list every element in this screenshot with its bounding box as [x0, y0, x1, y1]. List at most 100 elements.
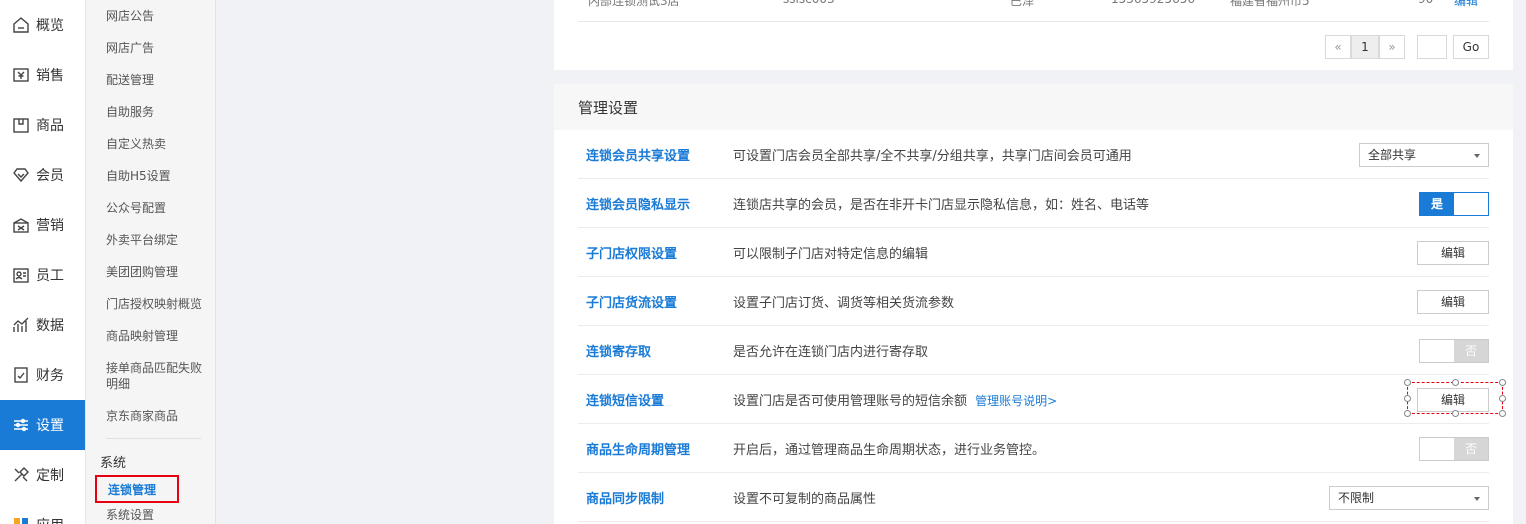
setting-title: 连锁会员隐私显示: [586, 197, 691, 213]
member-icon: [12, 166, 30, 184]
sub-nav-item[interactable]: 系统设置: [86, 503, 215, 523]
nav-item-label: 员工: [36, 268, 64, 284]
account-help-link[interactable]: 管理账号说明>: [975, 394, 1057, 408]
member-privacy-toggle[interactable]: 是: [1419, 191, 1489, 216]
chain-deposit-toggle[interactable]: 否: [1419, 338, 1489, 363]
sub-nav-item[interactable]: 自助服务: [86, 96, 215, 128]
resize-handle[interactable]: [1404, 395, 1411, 402]
resize-handle[interactable]: [1499, 395, 1506, 402]
setting-desc-text: 设置门店是否可使用管理账号的短信余额: [733, 393, 968, 409]
setting-desc: 设置子门店订货、调货等相关货流参数: [733, 295, 955, 311]
table-row: 内部连锁测试3店 sslsc003 巴泽 15365925656 福建省福州市5…: [578, 0, 1489, 22]
select-value: 全部共享: [1368, 148, 1417, 162]
staff-icon: [12, 266, 30, 284]
sub-nav-item[interactable]: 公众号配置: [86, 192, 215, 224]
setting-title: 商品同步限制: [586, 491, 665, 507]
setting-row-member-privacy: 连锁会员隐私显示 连锁店共享的会员，是否在非开卡门店显示隐私信息，如：姓名、电话…: [578, 179, 1489, 228]
marketing-icon: [12, 216, 30, 234]
sub-nav-item[interactable]: 商品映射管理: [86, 320, 215, 352]
phone-cell: 15365925656: [1111, 0, 1195, 6]
caret-down-icon: [1474, 496, 1480, 501]
sub-nav-item[interactable]: 接单商品匹配失败明细: [86, 352, 215, 400]
nav-item-overview[interactable]: 概览: [0, 0, 85, 50]
setting-title: 连锁短信设置: [586, 393, 665, 409]
member-share-select[interactable]: 全部共享: [1359, 142, 1489, 167]
sub-nav-item[interactable]: 网店广告: [86, 32, 215, 64]
sub-nav-item-chain-management[interactable]: 连锁管理: [95, 475, 179, 503]
address-cell: 福建省福州市5: [1230, 0, 1310, 8]
next-page-button[interactable]: »: [1379, 35, 1405, 59]
caret-down-icon: [1474, 153, 1480, 158]
sub-nav-item[interactable]: 美团团购管理: [86, 256, 215, 288]
nav-item-label: 销售: [36, 68, 64, 84]
resize-handle[interactable]: [1452, 410, 1459, 417]
page-number-button[interactable]: 1: [1351, 35, 1379, 59]
finance-icon: [12, 366, 30, 384]
store-name-cell: 内部连锁测试3店: [588, 0, 680, 8]
substore-permission-edit-button[interactable]: 编辑: [1417, 240, 1489, 265]
prev-page-button[interactable]: «: [1325, 35, 1351, 59]
setting-desc: 可以限制子门店对特定信息的编辑: [733, 246, 929, 262]
setting-row-chain-sms: 连锁短信设置 设置门店是否可使用管理账号的短信余额 管理账号说明> 编辑: [578, 375, 1506, 424]
main-nav: 概览 销售 商品 会员 营销 员工 数据 财务 设置 定制 应用: [0, 0, 86, 524]
sub-nav-item[interactable]: 自助H5设置: [86, 160, 215, 192]
setting-row-chain-deposit: 连锁寄存取 是否允许在连锁门店内进行寄存取 否: [578, 326, 1489, 375]
apps-icon: [12, 516, 30, 524]
count-cell: 90: [1418, 0, 1433, 6]
nav-item-sales[interactable]: 销售: [0, 50, 85, 100]
setting-title: 子门店权限设置: [586, 246, 678, 262]
sales-icon: [12, 66, 30, 84]
nav-item-label: 设置: [36, 418, 64, 434]
sub-nav-divider: [106, 438, 201, 439]
substore-logistics-edit-button[interactable]: 编辑: [1417, 289, 1489, 314]
selection-frame: [1404, 379, 1506, 417]
nav-item-finance[interactable]: 财务: [0, 350, 85, 400]
resize-handle[interactable]: [1499, 379, 1506, 386]
setting-title: 子门店货流设置: [586, 295, 678, 311]
product-sync-select[interactable]: 不限制: [1329, 485, 1489, 510]
resize-handle[interactable]: [1499, 410, 1506, 417]
nav-item-staff[interactable]: 员工: [0, 250, 85, 300]
resize-handle[interactable]: [1404, 379, 1411, 386]
sub-nav-item[interactable]: 自定义热卖: [86, 128, 215, 160]
nav-item-label: 营销: [36, 218, 64, 234]
nav-item-data[interactable]: 数据: [0, 300, 85, 350]
nav-item-goods[interactable]: 商品: [0, 100, 85, 150]
nav-item-customize[interactable]: 定制: [0, 450, 85, 500]
setting-title: 商品生命周期管理: [586, 442, 691, 458]
sub-nav-item[interactable]: 门店授权映射概览: [86, 288, 215, 320]
resize-handle[interactable]: [1404, 410, 1411, 417]
nav-item-label: 概览: [36, 18, 64, 34]
setting-row-product-sync: 商品同步限制 设置不可复制的商品属性 不限制: [578, 473, 1489, 522]
sub-nav-item[interactable]: 京东商家商品: [86, 400, 215, 432]
go-button[interactable]: Go: [1453, 35, 1489, 59]
nav-item-marketing[interactable]: 营销: [0, 200, 85, 250]
contact-cell: 巴泽: [1010, 0, 1035, 8]
chart-icon: [12, 316, 30, 334]
nav-item-label: 商品: [36, 118, 64, 134]
setting-desc: 是否允许在连锁门店内进行寄存取: [733, 344, 929, 360]
management-settings-card: 管理设置 连锁会员共享设置 可设置门店会员全部共享/全不共享/分组共享，共享门店…: [554, 84, 1513, 524]
sub-nav-item[interactable]: 网店公告: [86, 0, 215, 32]
home-icon: [12, 16, 30, 34]
setting-row-product-lifecycle: 商品生命周期管理 开启后，通过管理商品生命周期状态，进行业务管控。 否: [578, 424, 1489, 473]
toggle-label: 是: [1420, 192, 1454, 215]
setting-desc: 设置门店是否可使用管理账号的短信余额 管理账号说明>: [733, 390, 1489, 409]
nav-item-label: 财务: [36, 368, 64, 384]
edit-link[interactable]: 编辑: [1454, 0, 1478, 9]
page-jump-input[interactable]: [1417, 35, 1447, 59]
setting-row-member-share: 连锁会员共享设置 可设置门店会员全部共享/全不共享/分组共享，共享门店间会员可通…: [578, 130, 1489, 179]
resize-handle[interactable]: [1452, 379, 1459, 386]
sub-nav: 网店公告 网店广告 配送管理 自助服务 自定义热卖 自助H5设置 公众号配置 外…: [86, 0, 216, 524]
nav-item-label: 会员: [36, 168, 64, 184]
nav-item-member[interactable]: 会员: [0, 150, 85, 200]
sub-nav-item[interactable]: 配送管理: [86, 64, 215, 96]
nav-item-label: 应用: [36, 515, 64, 524]
toggle-label: 否: [1454, 437, 1488, 460]
sub-nav-item[interactable]: 外卖平台绑定: [86, 224, 215, 256]
nav-item-apps[interactable]: 应用: [0, 500, 85, 524]
section-title: 管理设置: [554, 84, 1513, 130]
settings-icon: [12, 416, 30, 434]
nav-item-settings[interactable]: 设置: [0, 400, 85, 450]
product-lifecycle-toggle[interactable]: 否: [1419, 436, 1489, 461]
